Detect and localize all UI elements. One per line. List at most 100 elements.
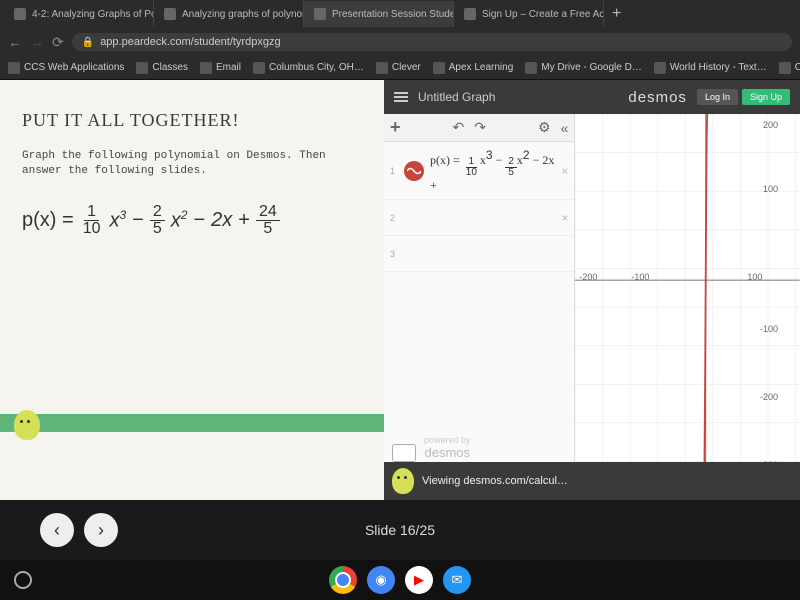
powered-by: powered by desmos xyxy=(424,435,471,460)
expression-row[interactable]: 2 × xyxy=(384,200,574,236)
prev-slide-button[interactable]: ‹ xyxy=(40,513,74,547)
youtube-app-icon[interactable]: ▶ xyxy=(405,566,433,594)
axis-tick: -200 xyxy=(760,392,778,402)
bookmarks-bar: CCS Web Applications Classes Email Colum… xyxy=(0,56,800,80)
bookmark-label: Columbus City, OH… xyxy=(269,62,364,73)
bookmark-icon xyxy=(779,62,791,74)
add-expression-button[interactable]: + xyxy=(390,117,401,138)
powered-label: desmos xyxy=(424,445,471,460)
bookmark-item[interactable]: Clever xyxy=(376,62,421,74)
response-icon[interactable] xyxy=(392,444,416,462)
bookmark-item[interactable]: My Drive - Google D… xyxy=(525,62,642,74)
expression-color-swatch[interactable] xyxy=(404,161,424,181)
browser-chrome: 4-2: Analyzing Graphs of Poly × Analyzin… xyxy=(0,0,800,80)
tab-label: Presentation Session Student xyxy=(332,9,454,20)
bookmark-item[interactable]: Conversion Calcula… xyxy=(779,62,800,74)
launcher-icon[interactable] xyxy=(14,571,32,589)
axis-tick: -200 xyxy=(579,272,597,282)
desmos-logo: desmos xyxy=(628,89,687,106)
bookmark-icon xyxy=(8,62,20,74)
expression-content[interactable]: p(x) = 110x3 − 25x2 − 2x + xyxy=(430,148,561,193)
desmos-header: Untitled Graph desmos Log In Sign Up xyxy=(384,80,800,114)
numerator: 1 xyxy=(84,204,99,221)
redo-button[interactable]: ↷ xyxy=(474,119,486,136)
bookmark-label: Email xyxy=(216,62,241,73)
bookmark-label: Conversion Calcula… xyxy=(795,62,800,73)
lock-icon: 🔒 xyxy=(82,37,94,48)
bookmark-icon xyxy=(654,62,666,74)
slide-title: PUT IT ALL TOGETHER! xyxy=(22,110,362,131)
peardeck-logo xyxy=(14,410,40,440)
tab-label: 4-2: Analyzing Graphs of Poly xyxy=(32,9,154,20)
expression-toolbar: + ↶ ↷ ⚙ « xyxy=(384,114,574,142)
graph-grid xyxy=(575,114,800,500)
menu-icon[interactable] xyxy=(394,92,408,102)
denominator: 10 xyxy=(80,221,104,237)
undo-button[interactable]: ↶ xyxy=(453,119,465,136)
next-slide-button[interactable]: › xyxy=(84,513,118,547)
bookmark-label: Clever xyxy=(392,62,421,73)
bookmark-item[interactable]: World History - Text… xyxy=(654,62,767,74)
viewing-text: Viewing desmos.com/calcul… xyxy=(422,475,568,487)
delete-expression-icon[interactable]: × xyxy=(561,211,568,225)
browser-tab[interactable]: Analyzing graphs of polynomi × xyxy=(154,1,304,27)
tab-favicon xyxy=(164,8,176,20)
term: 2x xyxy=(211,209,232,232)
url-text: app.peardeck.com/student/tyrdpxgzg xyxy=(100,36,280,48)
expression-row[interactable]: 1 p(x) = 110x3 − 25x2 − 2x + × xyxy=(384,142,574,200)
browser-tab[interactable]: Sign Up – Create a Free Acco × xyxy=(454,1,604,27)
bookmark-icon xyxy=(525,62,537,74)
browser-tab[interactable]: 4-2: Analyzing Graphs of Poly × xyxy=(4,1,154,27)
url-input[interactable]: 🔒 app.peardeck.com/student/tyrdpxgzg xyxy=(72,33,792,51)
tab-label: Sign Up – Create a Free Acco xyxy=(482,9,604,20)
slide-counter: Slide 16/25 xyxy=(365,522,435,538)
bookmark-item[interactable]: Email xyxy=(200,62,241,74)
bookmark-icon xyxy=(200,62,212,74)
new-tab-button[interactable]: + xyxy=(604,5,629,23)
tab-favicon xyxy=(314,8,326,20)
bookmark-label: My Drive - Google D… xyxy=(541,62,642,73)
viewing-bar: Viewing desmos.com/calcul… xyxy=(384,462,800,500)
fraction: 1 10 xyxy=(80,204,104,237)
forward-button[interactable]: → xyxy=(30,34,44,50)
address-bar: ← → ⟳ 🔒 app.peardeck.com/student/tyrdpxg… xyxy=(0,28,800,56)
os-shelf: ◉ ▶ ✉ xyxy=(0,560,800,600)
denominator: 5 xyxy=(260,221,275,237)
messages-app-icon[interactable]: ✉ xyxy=(443,566,471,594)
bookmark-item[interactable]: Apex Learning xyxy=(433,62,514,74)
bookmark-icon xyxy=(136,62,148,74)
bookmark-label: Classes xyxy=(152,62,188,73)
back-button[interactable]: ← xyxy=(8,34,22,50)
collapse-icon[interactable]: « xyxy=(561,120,569,136)
axis-tick: -100 xyxy=(760,324,778,334)
expression-row[interactable]: 3 xyxy=(384,236,574,272)
bookmark-item[interactable]: Classes xyxy=(136,62,188,74)
tab-strip: 4-2: Analyzing Graphs of Poly × Analyzin… xyxy=(0,0,800,28)
bookmark-label: Apex Learning xyxy=(449,62,514,73)
graph-area[interactable]: 200 100 -100 -200 -300 -200 -100 100 xyxy=(575,114,800,500)
fraction: 2 5 xyxy=(150,204,165,237)
numerator: 24 xyxy=(256,204,280,221)
powered-label-small: powered by xyxy=(424,435,471,445)
axis-tick: 200 xyxy=(763,120,778,130)
fraction: 24 5 xyxy=(256,204,280,237)
signup-button[interactable]: Sign Up xyxy=(742,89,790,105)
tab-favicon xyxy=(14,8,26,20)
expression-index: 2 xyxy=(390,213,404,223)
docs-app-icon[interactable]: ◉ xyxy=(367,566,395,594)
bookmark-item[interactable]: Columbus City, OH… xyxy=(253,62,364,74)
slide-body: Graph the following polynomial on Desmos… xyxy=(22,149,362,180)
settings-icon[interactable]: ⚙ xyxy=(538,119,551,136)
plus-sign: + xyxy=(238,209,250,232)
expression-index: 3 xyxy=(390,249,404,259)
login-button[interactable]: Log In xyxy=(697,89,738,105)
delete-expression-icon[interactable]: × xyxy=(561,164,568,178)
term: x2 xyxy=(171,208,188,233)
graph-title[interactable]: Untitled Graph xyxy=(418,90,618,104)
term: x3 xyxy=(109,208,126,233)
minus-sign: − xyxy=(193,209,205,232)
reload-button[interactable]: ⟳ xyxy=(52,34,64,51)
bookmark-item[interactable]: CCS Web Applications xyxy=(8,62,124,74)
chrome-app-icon[interactable] xyxy=(329,566,357,594)
browser-tab[interactable]: Presentation Session Student × xyxy=(304,1,454,27)
